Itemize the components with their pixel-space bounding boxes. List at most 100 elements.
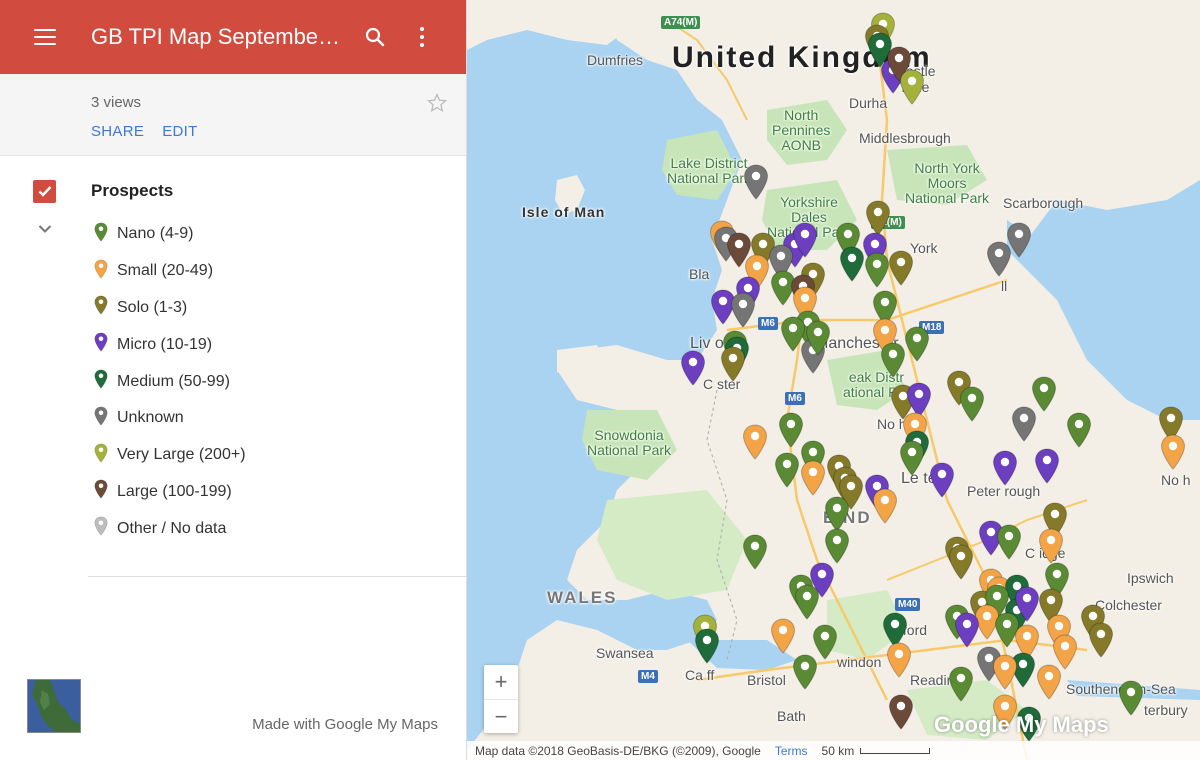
scale-indicator: 50 km: [822, 744, 931, 758]
map-pin[interactable]: [888, 250, 914, 286]
map-label-north-york-moors: North York Moors National Park: [905, 160, 990, 206]
legend-label: Micro (10-19): [117, 335, 213, 353]
map-label-dumfries: Dumfries: [587, 52, 644, 68]
legend-item[interactable]: Other / No data: [0, 510, 466, 547]
map-label-lake-district: Lake District National Park: [667, 155, 752, 186]
map-pin[interactable]: [1066, 412, 1092, 448]
map-pin[interactable]: [1160, 434, 1186, 470]
legend-item[interactable]: Solo (1-3): [0, 290, 466, 327]
map-pin[interactable]: [805, 320, 831, 356]
search-icon[interactable]: [363, 25, 387, 49]
map-pin[interactable]: [872, 488, 898, 524]
map-pin[interactable]: [1034, 448, 1060, 484]
map-pin[interactable]: [774, 452, 800, 488]
map-pin[interactable]: [865, 200, 891, 236]
map-pin[interactable]: [899, 69, 925, 105]
map-pin[interactable]: [996, 524, 1022, 560]
my-maps-app: GB TPI Map September… 3 views SHARE EDIT…: [0, 0, 1200, 760]
map-pin[interactable]: [824, 528, 850, 564]
map-pin[interactable]: [720, 346, 746, 382]
map-label-swansea: Swansea: [596, 645, 654, 661]
map-pin[interactable]: [1118, 680, 1144, 716]
map-pin[interactable]: [824, 496, 850, 532]
map-label-swindon: windon: [837, 654, 882, 670]
map-pin[interactable]: [899, 440, 925, 476]
star-icon[interactable]: [426, 92, 448, 114]
map-pin-icon: [94, 258, 108, 285]
map-pin[interactable]: [1088, 622, 1114, 658]
more-options-icon[interactable]: [419, 27, 425, 47]
map-pin[interactable]: [1036, 664, 1062, 700]
layer-header: Prospects: [0, 178, 466, 204]
map-label-hull: ll: [1001, 278, 1008, 294]
divider: [88, 576, 466, 577]
map-pin[interactable]: [880, 342, 906, 378]
menu-icon[interactable]: [34, 29, 56, 45]
map-pin-icon: [94, 442, 108, 469]
map-pin[interactable]: [742, 534, 768, 570]
legend-label: Unknown: [117, 409, 184, 427]
map-pin[interactable]: [794, 584, 820, 620]
legend-label: Other / No data: [117, 519, 227, 537]
sidebar: GB TPI Map September… 3 views SHARE EDIT…: [0, 0, 467, 760]
legend-label: Small (20-49): [117, 262, 214, 280]
map-pin[interactable]: [948, 544, 974, 580]
map-pin[interactable]: [770, 618, 796, 654]
chevron-down-icon[interactable]: [38, 224, 52, 234]
map-pin[interactable]: [742, 424, 768, 460]
map-pin[interactable]: [954, 612, 980, 648]
zoom-in-button[interactable]: +: [484, 665, 518, 699]
road-shield-a74m: A74(M): [661, 16, 701, 29]
basemap-thumbnail[interactable]: [27, 679, 81, 733]
road-shield-m6: M6: [785, 392, 805, 405]
map-meta: 3 views SHARE EDIT: [0, 74, 466, 156]
map-pin[interactable]: [694, 628, 720, 664]
terms-link[interactable]: Terms: [775, 744, 808, 758]
map-pin[interactable]: [904, 326, 930, 362]
map-label-durham: Durha: [849, 95, 888, 111]
share-button[interactable]: SHARE: [91, 123, 144, 140]
map-pin[interactable]: [743, 164, 769, 200]
map-label-bristol: Bristol: [747, 672, 786, 688]
google-my-maps-logo: Google My Maps: [934, 712, 1109, 737]
map-pin[interactable]: [1038, 528, 1064, 564]
layer-checkbox[interactable]: [33, 179, 56, 203]
zoom-out-button[interactable]: −: [484, 699, 518, 733]
map-pin[interactable]: [992, 654, 1018, 690]
legend-item[interactable]: Nano (4-9): [0, 216, 466, 253]
map-label-middlesbrough: Middlesbrough: [859, 130, 951, 146]
map-pin[interactable]: [888, 694, 914, 730]
map-canvas[interactable]: United Kingdom Dumfries castle Tyne Durh…: [467, 0, 1200, 760]
legend-item[interactable]: Medium (50-99): [0, 363, 466, 400]
map-pin[interactable]: [992, 450, 1018, 486]
map-label-snowdonia: Snowdonia National Park: [587, 427, 672, 458]
map-pin[interactable]: [792, 654, 818, 690]
legend-item[interactable]: Unknown: [0, 400, 466, 437]
map-pin[interactable]: [929, 462, 955, 498]
road-shield-m40: M40: [895, 598, 921, 611]
map-pin-icon: [94, 515, 108, 542]
map-pin[interactable]: [839, 246, 865, 282]
legend-item[interactable]: Micro (10-19): [0, 326, 466, 363]
map-pin-icon: [94, 368, 108, 395]
map-pin-icon: [94, 294, 108, 321]
map-pin[interactable]: [1011, 406, 1037, 442]
map-pin[interactable]: [680, 350, 706, 386]
checkmark-icon: [38, 186, 51, 197]
map-pin[interactable]: [864, 252, 890, 288]
map-pin[interactable]: [959, 386, 985, 422]
legend-label: Very Large (200+): [117, 446, 246, 464]
map-pin[interactable]: [730, 292, 756, 328]
legend-item[interactable]: Very Large (200+): [0, 437, 466, 474]
edit-button[interactable]: EDIT: [162, 123, 197, 140]
legend-label: Nano (4-9): [117, 225, 194, 243]
map-pin[interactable]: [948, 666, 974, 702]
legend-item[interactable]: Small (20-49): [0, 253, 466, 290]
map-pin[interactable]: [792, 222, 818, 258]
map-pin[interactable]: [886, 642, 912, 678]
legend-item[interactable]: Large (100-199): [0, 474, 466, 511]
road-shield-m62: M6: [758, 317, 778, 330]
map-label-bath: Bath: [777, 708, 806, 724]
map-pin[interactable]: [800, 460, 826, 496]
map-pin[interactable]: [986, 241, 1012, 277]
